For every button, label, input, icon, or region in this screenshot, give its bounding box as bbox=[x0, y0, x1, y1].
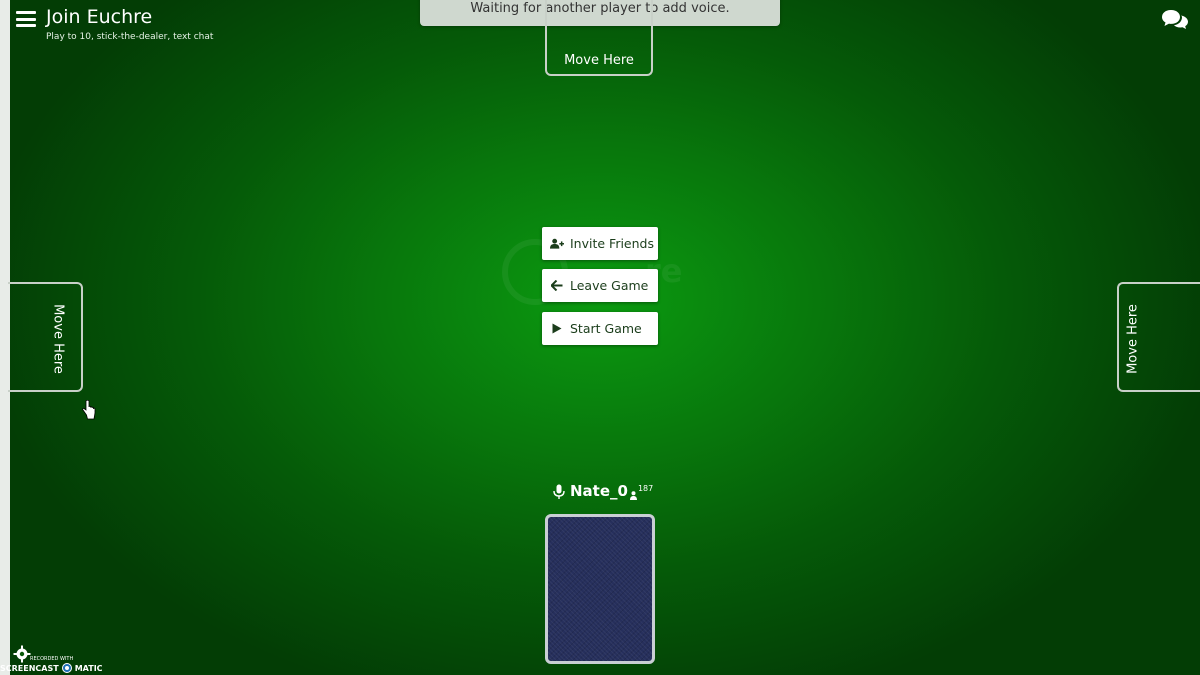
player-rating: 187 bbox=[637, 484, 654, 493]
seat-top-label: Move Here bbox=[564, 53, 634, 68]
arrow-left-icon bbox=[550, 280, 564, 291]
screencast-logo-icon bbox=[61, 663, 72, 673]
seat-left-move-here[interactable]: Move Here bbox=[8, 282, 83, 392]
card-back[interactable] bbox=[545, 514, 655, 664]
chat-bubbles-icon[interactable] bbox=[1161, 8, 1189, 30]
seat-left-label: Move Here bbox=[50, 304, 66, 374]
start-game-button[interactable]: Start Game bbox=[542, 312, 658, 345]
hamburger-menu-icon[interactable] bbox=[16, 11, 36, 27]
gear-icon bbox=[13, 645, 31, 663]
play-icon bbox=[550, 323, 564, 334]
player-name: Nate_0 bbox=[570, 482, 628, 500]
game-rules-subtitle: Play to 10, stick-the-dealer, text chat bbox=[46, 32, 214, 42]
add-user-icon bbox=[550, 238, 564, 249]
leave-game-label: Leave Game bbox=[570, 278, 649, 293]
invite-friends-button[interactable]: Invite Friends bbox=[542, 227, 658, 260]
seat-right-label: Move Here bbox=[1125, 304, 1141, 374]
seat-top-move-here[interactable]: Move Here bbox=[545, 0, 653, 76]
person-icon bbox=[629, 485, 637, 500]
game-title: Join Euchre bbox=[46, 6, 153, 28]
hand-pointer-icon bbox=[82, 399, 96, 420]
seat-right-move-here[interactable]: Move Here bbox=[1117, 282, 1200, 392]
microphone-icon[interactable] bbox=[553, 484, 565, 500]
screencast-brand-left: SCREENCAST bbox=[0, 663, 59, 673]
start-game-label: Start Game bbox=[570, 321, 642, 336]
invite-friends-label: Invite Friends bbox=[570, 236, 654, 251]
screencast-brand-right: MATIC bbox=[74, 663, 103, 673]
player-nameplate: Nate_0 187 bbox=[553, 482, 653, 500]
screencast-watermark: SCREENCAST MATIC bbox=[0, 662, 103, 674]
leave-game-button[interactable]: Leave Game bbox=[542, 269, 658, 302]
